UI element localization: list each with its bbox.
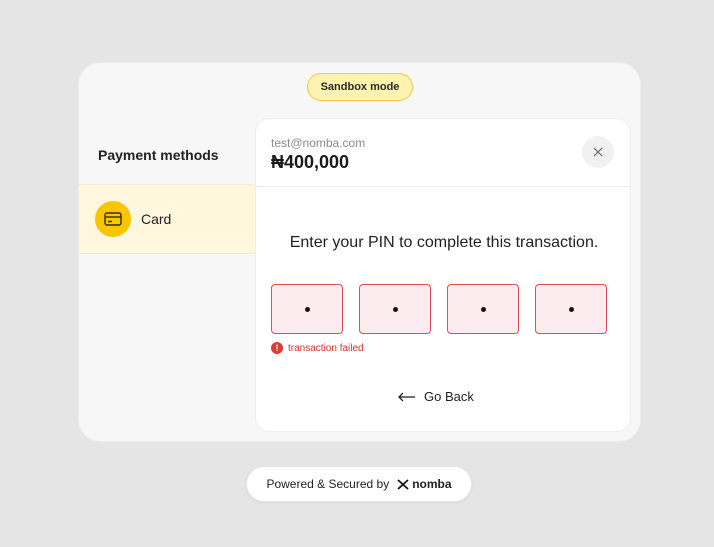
nomba-logo-icon: [397, 478, 409, 490]
payment-method-card[interactable]: Card: [79, 184, 255, 254]
payment-method-label: Card: [141, 211, 172, 227]
pin-dot: [304, 306, 310, 312]
payment-amount: ₦400,000: [271, 152, 350, 172]
go-back-label: Go Back: [424, 389, 474, 404]
payment-modal: Sandbox mode Payment methods Card test@n…: [78, 62, 641, 442]
pin-panel: test@nomba.com ₦400,000 Enter your PIN t…: [255, 118, 631, 432]
footer-text: Powered & Secured by: [266, 477, 390, 491]
pin-digit-3[interactable]: [447, 284, 519, 334]
pin-digit-1[interactable]: [271, 284, 343, 334]
panel-header: test@nomba.com ₦400,000: [256, 119, 630, 187]
customer-email: test@nomba.com: [271, 136, 366, 150]
nomba-logo: nomba: [397, 477, 452, 491]
pin-dot: [392, 306, 398, 312]
error-message: transaction failed: [288, 342, 364, 354]
credit-card-icon: [95, 201, 131, 237]
pin-dot: [480, 306, 486, 312]
error-message-row: ! transaction failed: [271, 342, 364, 354]
go-back-button[interactable]: Go Back: [398, 389, 474, 404]
pin-instruction: Enter your PIN to complete this transact…: [289, 234, 599, 251]
pin-digit-2[interactable]: [359, 284, 431, 334]
close-button[interactable]: [582, 136, 614, 168]
brand-name: nomba: [412, 477, 452, 491]
error-icon: !: [271, 342, 283, 354]
powered-by-footer: Powered & Secured by nomba: [246, 466, 472, 502]
arrow-left-icon: [398, 392, 415, 401]
sandbox-badge: Sandbox mode: [307, 73, 413, 101]
pin-input-group: [271, 284, 607, 334]
pin-dot: [568, 306, 574, 312]
payment-methods-title: Payment methods: [98, 147, 219, 163]
close-icon: [593, 147, 603, 157]
pin-digit-4[interactable]: [535, 284, 607, 334]
